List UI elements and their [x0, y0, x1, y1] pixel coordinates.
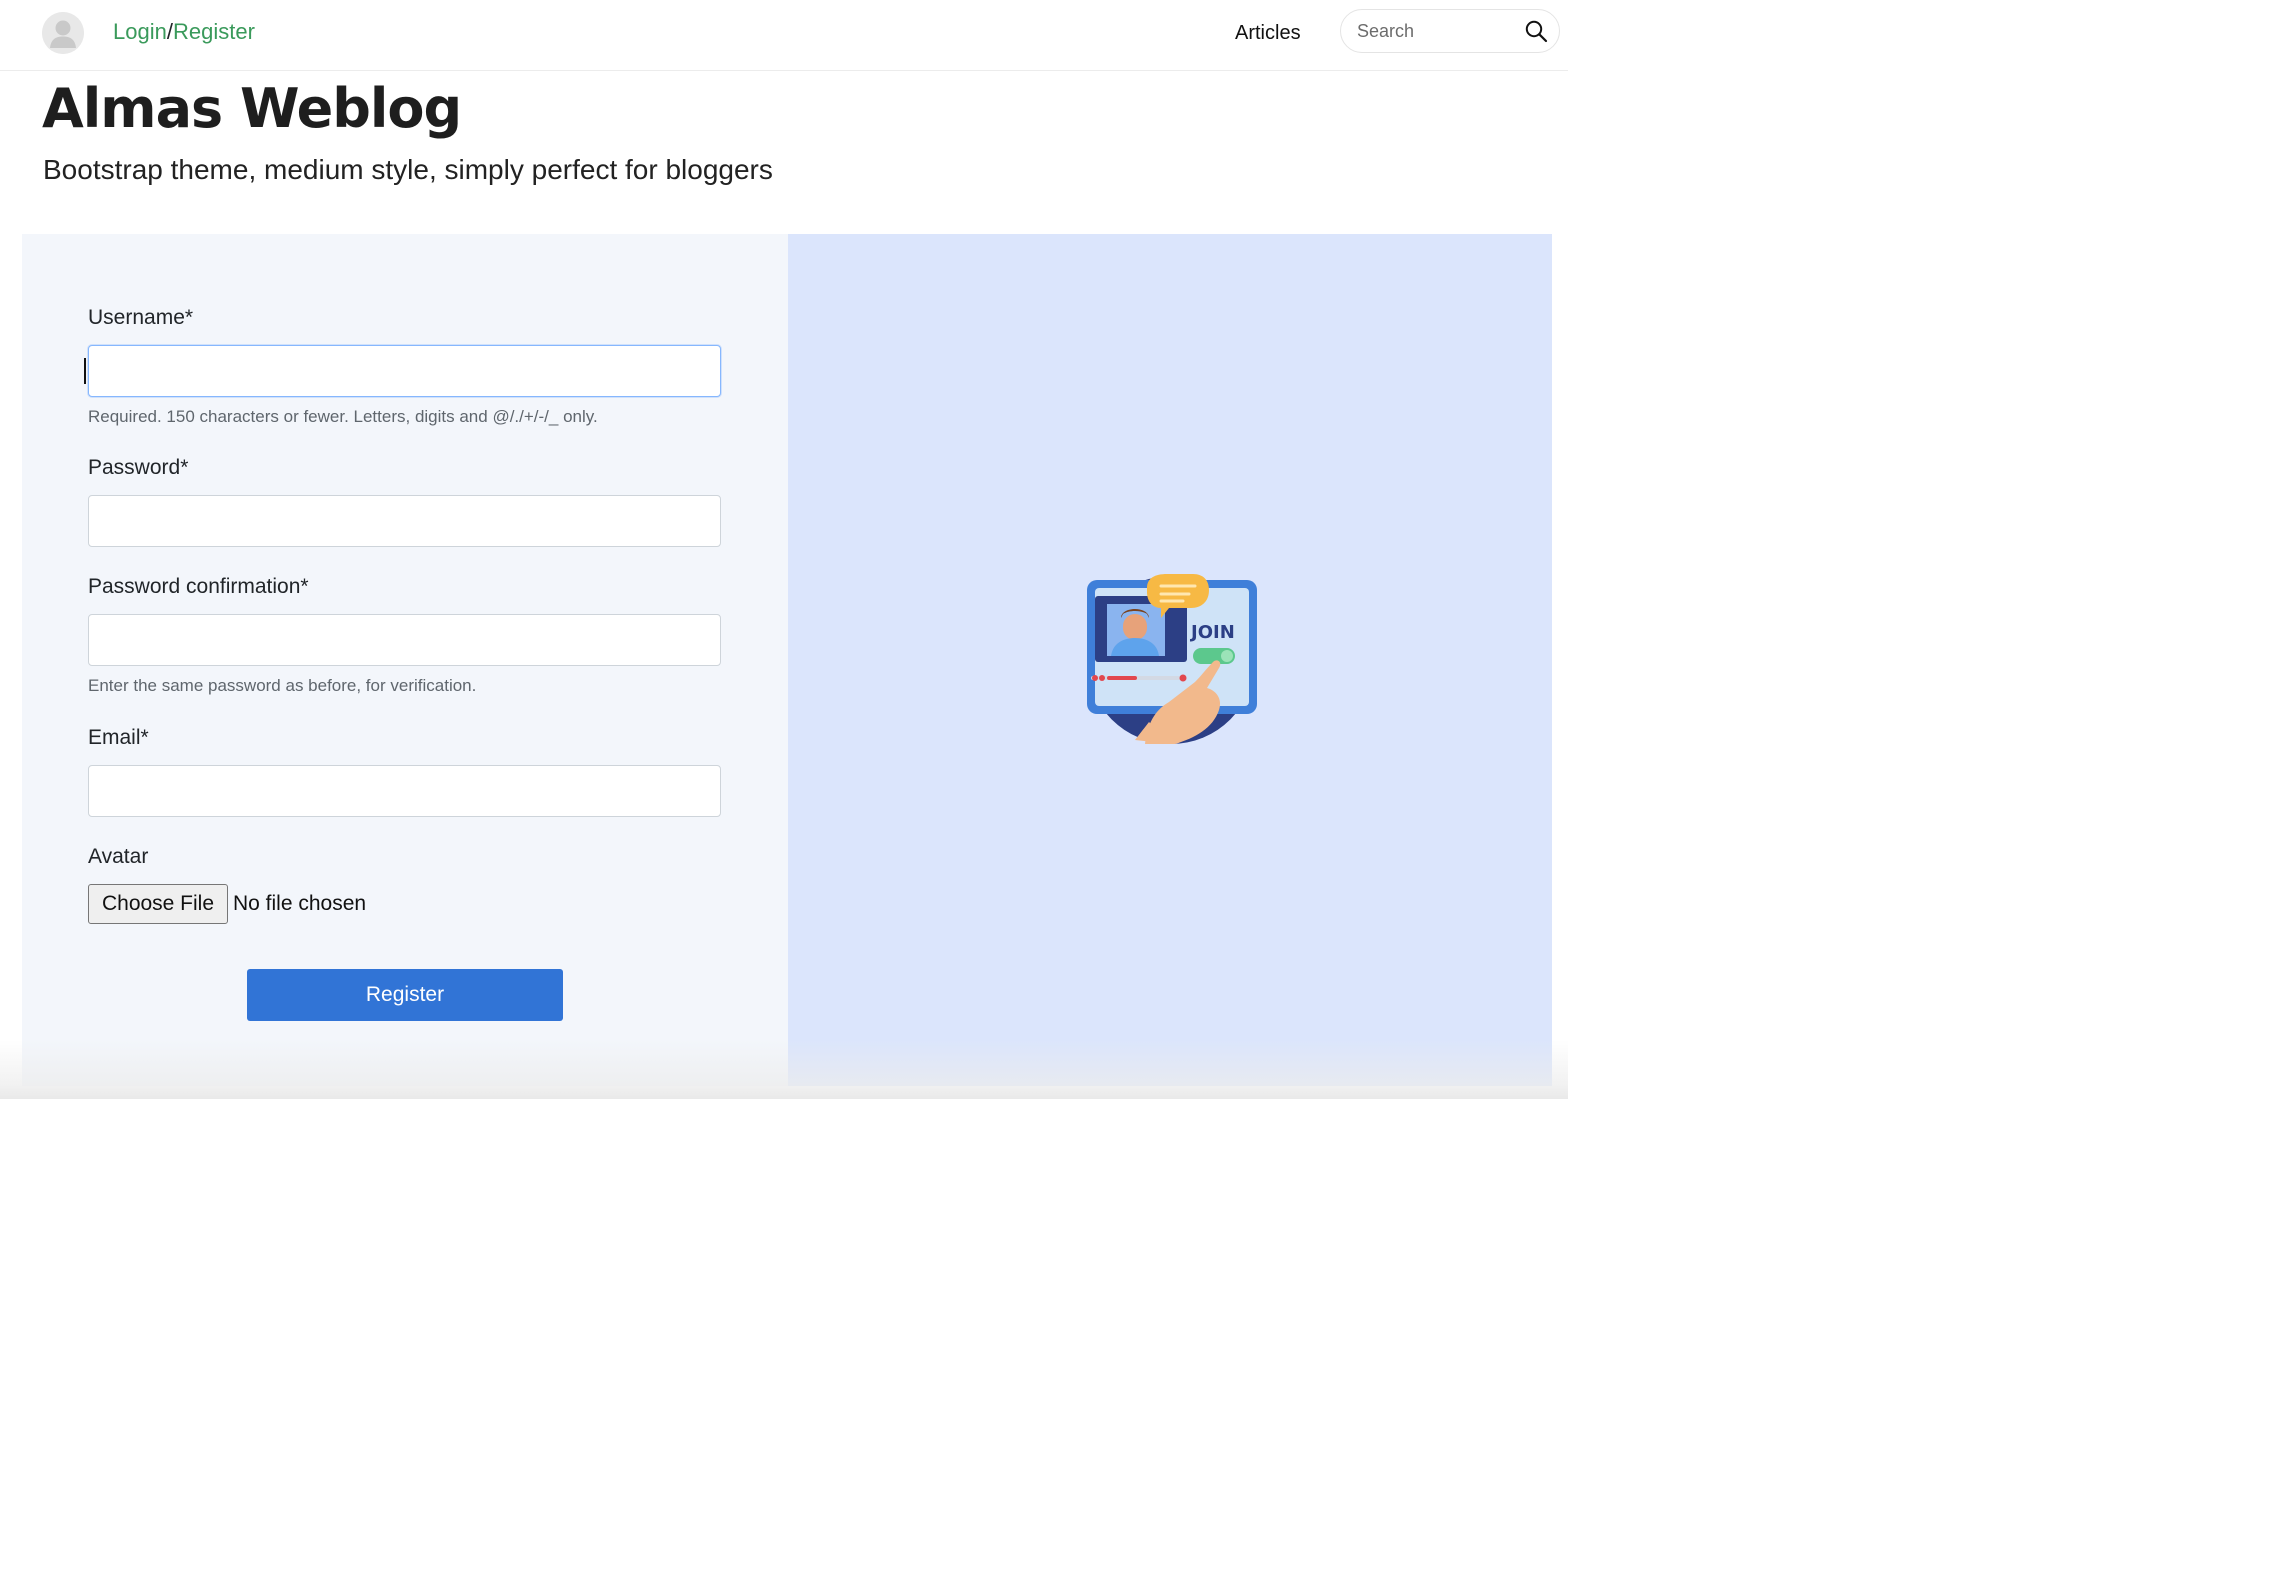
join-text: JOIN — [1189, 622, 1235, 643]
site-title: Almas Weblog — [42, 77, 462, 140]
nav-articles-link[interactable]: Articles — [1235, 21, 1301, 45]
text-caret — [84, 358, 86, 384]
email-input[interactable] — [88, 765, 721, 817]
user-avatar-icon[interactable] — [42, 12, 84, 54]
file-status-text: No file chosen — [233, 892, 367, 915]
search-icon[interactable] — [1524, 19, 1548, 43]
password-input[interactable] — [88, 495, 721, 547]
top-navbar: Login/Register Articles — [0, 0, 1568, 71]
username-help-text: Required. 150 characters or fewer. Lette… — [88, 407, 598, 426]
site-tagline: Bootstrap theme, medium style, simply pe… — [43, 154, 773, 185]
email-label: Email* — [88, 726, 149, 749]
join-illustration: JOIN — [1085, 574, 1261, 746]
register-link[interactable]: Register — [173, 19, 255, 44]
search-box — [1340, 9, 1560, 53]
password-confirmation-input[interactable] — [88, 614, 721, 666]
username-input[interactable] — [88, 345, 721, 397]
username-label: Username* — [88, 306, 194, 329]
avatar-label: Avatar — [88, 845, 149, 868]
login-link[interactable]: Login — [113, 19, 167, 44]
auth-links: Login/Register — [113, 19, 255, 45]
choose-file-button[interactable]: Choose File — [88, 884, 228, 924]
register-submit-button[interactable]: Register — [247, 969, 563, 1021]
search-input[interactable] — [1357, 18, 1517, 44]
registration-form-panel: Username* Required. 150 characters or fe… — [22, 234, 788, 1086]
password-confirmation-help-text: Enter the same password as before, for v… — [88, 676, 477, 695]
illustration-panel: JOIN — [788, 234, 1552, 1086]
password-confirmation-label: Password confirmation* — [88, 575, 309, 598]
password-label: Password* — [88, 456, 189, 479]
